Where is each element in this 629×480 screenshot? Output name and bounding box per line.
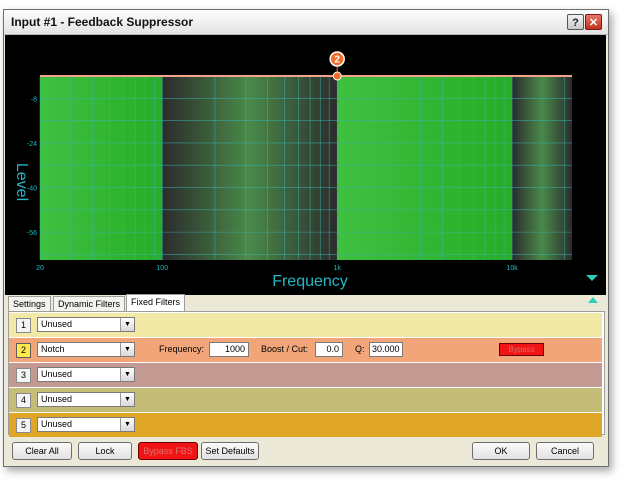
filter-row-4: 4 Unused ▼ xyxy=(9,388,602,412)
frequency-label: Frequency: xyxy=(159,344,205,354)
filter-bypass-button[interactable]: Bypass xyxy=(499,343,544,356)
q-label: Q: xyxy=(355,344,365,354)
frequency-input[interactable]: 1000 xyxy=(209,342,249,357)
x-tick-label: 100 xyxy=(156,265,168,272)
lock-button[interactable]: Lock xyxy=(78,442,132,460)
filter-type-value: Notch xyxy=(41,344,65,354)
filter-number[interactable]: 3 xyxy=(16,368,31,383)
filter-number[interactable]: 5 xyxy=(16,418,31,433)
frequency-graph-canvas[interactable]: 20 100 1k 10k-8-24-40-56 2 xyxy=(5,35,606,295)
filter-type-value: Unused xyxy=(41,369,73,379)
x-tick-label: 10k xyxy=(506,265,518,272)
y-tick-label: -56 xyxy=(27,230,37,237)
chevron-down-icon[interactable]: ▼ xyxy=(120,368,134,381)
filter-type-select[interactable]: Notch ▼ xyxy=(37,342,135,357)
chevron-down-icon[interactable]: ▼ xyxy=(120,318,134,331)
fixed-filters-panel: 1 Unused ▼ 2 Notch ▼ Frequency: 1000 Boo… xyxy=(8,311,605,437)
set-defaults-button[interactable]: Set Defaults xyxy=(201,442,259,460)
collapse-graph-arrow-icon[interactable] xyxy=(586,275,598,281)
tab-settings[interactable]: Settings xyxy=(8,296,51,311)
y-axis-label: Level xyxy=(13,162,30,202)
filter-marker-label: 2 xyxy=(334,55,340,66)
boost-cut-label: Boost / Cut: xyxy=(261,344,309,354)
bypass-fbs-button[interactable]: Bypass FBS xyxy=(138,442,198,460)
window-title: Input #1 - Feedback Suppressor xyxy=(11,15,194,29)
filter-type-value: Unused xyxy=(41,394,73,404)
filter-type-value: Unused xyxy=(41,419,73,429)
chevron-down-icon[interactable]: ▼ xyxy=(120,393,134,406)
filter-row-2: 2 Notch ▼ Frequency: 1000 Boost / Cut: 0… xyxy=(9,338,602,362)
q-input[interactable]: 30.000 xyxy=(369,342,403,357)
filter-type-select[interactable]: Unused ▼ xyxy=(37,317,135,332)
title-bar[interactable]: Input #1 - Feedback Suppressor ? ✕ xyxy=(4,10,608,35)
cancel-button[interactable]: Cancel xyxy=(536,442,594,460)
filter-number[interactable]: 4 xyxy=(16,393,31,408)
chevron-down-icon[interactable]: ▼ xyxy=(120,343,134,356)
boost-cut-input[interactable]: 0.0 xyxy=(315,342,343,357)
help-button[interactable]: ? xyxy=(567,14,584,30)
x-axis-label: Frequency xyxy=(272,273,348,290)
filter-row-1: 1 Unused ▼ xyxy=(9,313,602,337)
filter-type-select[interactable]: Unused ▼ xyxy=(37,417,135,432)
y-tick-label: -8 xyxy=(31,96,37,103)
tab-fixed-filters[interactable]: Fixed Filters xyxy=(126,294,186,311)
expand-panel-arrow-icon[interactable] xyxy=(588,297,598,303)
filter-number[interactable]: 1 xyxy=(16,318,31,333)
ok-button[interactable]: OK xyxy=(472,442,530,460)
x-tick-label: 1k xyxy=(333,265,341,272)
feedback-suppressor-window: Input #1 - Feedback Suppressor ? ✕ 20 100… xyxy=(3,9,609,467)
frequency-graph[interactable]: 20 100 1k 10k -8 -24 -40 -56 2 Level Frequency xyxy=(5,35,606,295)
filter-type-select[interactable]: Unused ▼ xyxy=(37,367,135,382)
close-button[interactable]: ✕ xyxy=(585,14,602,30)
filter-type-select[interactable]: Unused ▼ xyxy=(37,392,135,407)
tab-dynamic-filters[interactable]: Dynamic Filters xyxy=(53,296,126,311)
chevron-down-icon[interactable]: ▼ xyxy=(120,418,134,431)
filter-row-3: 3 Unused ▼ xyxy=(9,363,602,387)
filter-type-value: Unused xyxy=(41,319,73,329)
x-tick-label: 20 xyxy=(36,265,44,272)
filter-row-5: 5 Unused ▼ xyxy=(9,413,602,437)
clear-all-button[interactable]: Clear All xyxy=(12,442,72,460)
filter-number[interactable]: 2 xyxy=(16,343,31,358)
y-tick-label: -24 xyxy=(27,141,37,148)
